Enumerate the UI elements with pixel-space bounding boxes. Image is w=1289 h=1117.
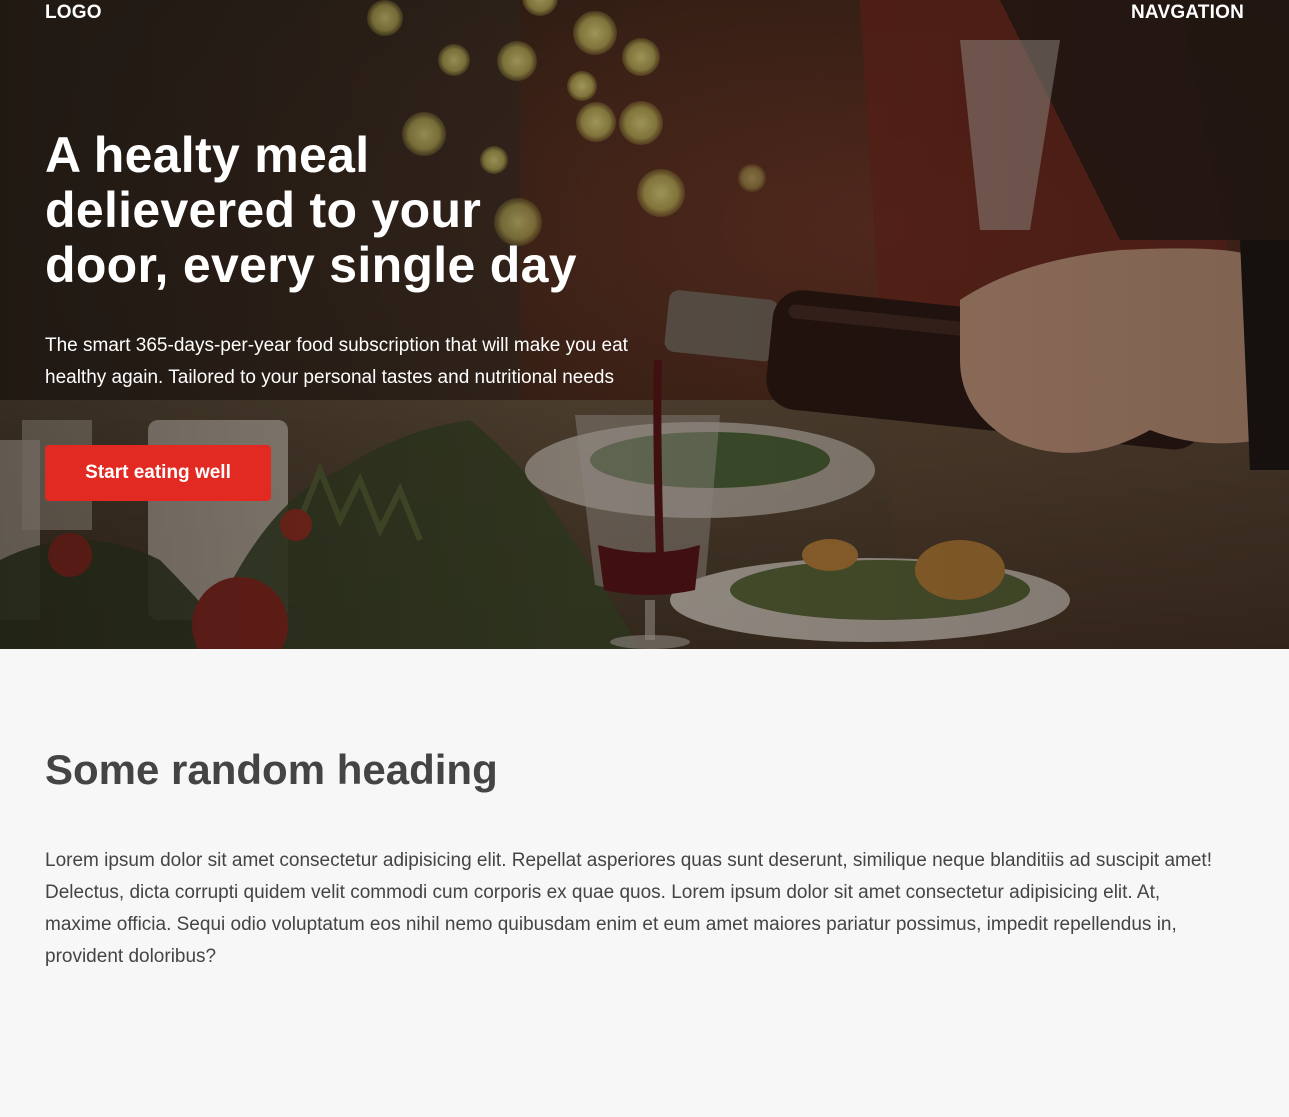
start-eating-well-button[interactable]: Start eating well xyxy=(45,445,271,501)
hero-section: LOGO NAVGATION A healty meal delievered … xyxy=(0,0,1289,649)
navigation-link[interactable]: NAVGATION xyxy=(1131,2,1244,24)
content-section: Some random heading Lorem ipsum dolor si… xyxy=(0,649,1289,1117)
hero-title: A healty meal delievered to your door, e… xyxy=(45,128,665,293)
section-heading: Some random heading xyxy=(45,746,498,793)
section-paragraph: Lorem ipsum dolor sit amet consectetur a… xyxy=(45,850,1212,967)
hero-title-line-1: A healty meal xyxy=(45,127,370,183)
hero-content: A healty meal delievered to your door, e… xyxy=(45,128,665,501)
hero-title-line-3: door, every single day xyxy=(45,237,577,293)
top-bar: LOGO NAVGATION xyxy=(45,0,1244,26)
hero-title-line-2: delievered to your xyxy=(45,182,482,238)
hero-subtitle: The smart 365-days-per-year food subscri… xyxy=(45,335,628,388)
logo[interactable]: LOGO xyxy=(45,2,102,24)
